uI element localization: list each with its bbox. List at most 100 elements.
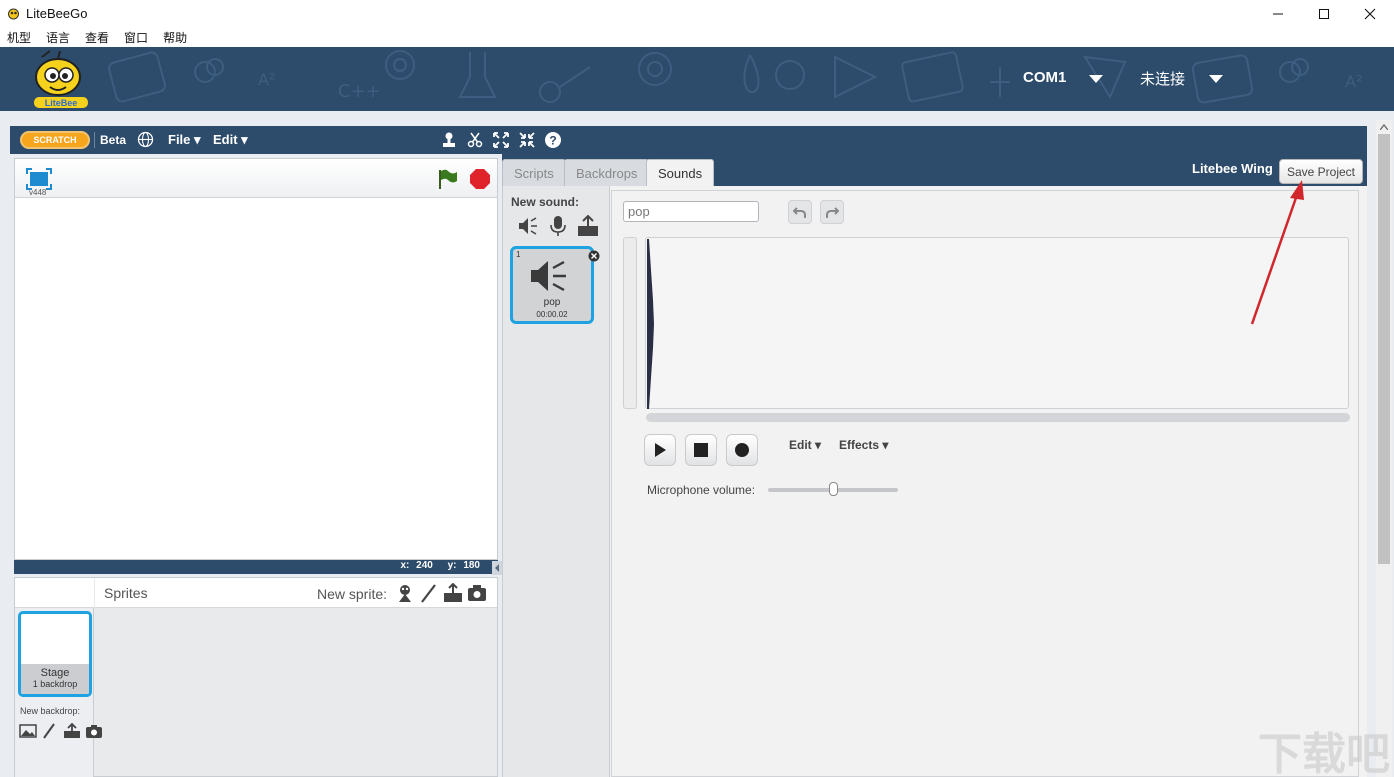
volume-scrollbar[interactable] (623, 237, 637, 409)
undo-icon (793, 207, 806, 218)
help-icon[interactable]: ? (544, 131, 562, 149)
connection-status-select[interactable]: 未连接 (1140, 68, 1185, 89)
upload-sprite-icon[interactable] (443, 583, 463, 603)
svg-text:A²: A² (1345, 72, 1362, 91)
sprites-pane: Stage 1 backdrop New backdrop: Sprites N… (14, 577, 498, 777)
sound-name-input[interactable] (623, 201, 759, 222)
play-button[interactable] (644, 434, 676, 466)
sound-library-icon[interactable] (517, 215, 539, 237)
stage-thumb-name: Stage (40, 667, 70, 679)
maximize-icon (1319, 9, 1329, 19)
stage-thumb-detail: 1 backdrop (32, 679, 78, 689)
litebee-bee-logo: LiteBee (34, 50, 88, 108)
backdrop-library-icon[interactable] (19, 723, 37, 739)
close-button[interactable] (1347, 0, 1393, 28)
microphone-volume-handle[interactable] (828, 482, 838, 496)
window-titlebar: LiteBeeGo (0, 0, 1394, 28)
new-sprite-tools (395, 583, 487, 603)
svg-text:C++: C++ (338, 81, 381, 102)
green-flag-icon[interactable] (436, 168, 458, 190)
cut-scissors-icon[interactable] (466, 131, 484, 149)
paint-sprite-icon[interactable] (419, 583, 439, 603)
sound-edit-menu[interactable]: Edit ▾ (789, 438, 821, 452)
toolbar-divider (94, 132, 95, 148)
waveform-scrollbar[interactable] (646, 413, 1350, 422)
sound-item[interactable]: 1 pop 00:00.02 (510, 246, 594, 324)
scratch-toolbar: SCRATCH Beta File ▾ Edit ▾ ? (10, 126, 1367, 154)
stage-thumbnail[interactable]: Stage 1 backdrop (18, 611, 92, 697)
globe-icon[interactable] (137, 131, 154, 148)
sprites-header: Sprites New sprite: (95, 578, 497, 608)
microphone-icon[interactable] (547, 215, 569, 237)
tab-sounds[interactable]: Sounds (646, 159, 715, 187)
com-port-select[interactable]: COM1 (1023, 69, 1066, 86)
coord-y-value: 180 (463, 560, 480, 571)
stop-icon[interactable] (469, 168, 491, 190)
maximize-button[interactable] (1301, 0, 1347, 28)
undo-button[interactable] (788, 200, 812, 224)
scrollbar-thumb[interactable] (1378, 134, 1390, 564)
grow-icon[interactable] (492, 131, 510, 149)
chevron-left-icon (495, 564, 499, 572)
new-sound-label: New sound: (511, 195, 579, 209)
sprite-library-icon[interactable] (395, 583, 415, 603)
menu-model[interactable]: 机型 (0, 28, 39, 47)
app-banner: A² C++ A² LiteBee COM1 未连接 (0, 47, 1394, 111)
menu-language[interactable]: 语言 (39, 28, 78, 47)
sound-item-duration: 00:00.02 (536, 310, 568, 319)
stage-area[interactable]: v448 (14, 158, 498, 560)
svg-text:LiteBee: LiteBee (45, 98, 78, 108)
connection-dropdown-icon[interactable] (1209, 75, 1223, 83)
annotation-arrow (1250, 180, 1304, 325)
new-sprite-label: New sprite: (317, 586, 388, 602)
edit-menu[interactable]: Edit ▾ (213, 132, 248, 148)
upload-sound-icon[interactable] (577, 215, 599, 237)
scratch-logo[interactable]: SCRATCH (20, 131, 90, 149)
collapse-stage-button[interactable] (492, 561, 502, 575)
shrink-icon[interactable] (518, 131, 536, 149)
upload-backdrop-icon[interactable] (63, 723, 81, 739)
sounds-pane: New sound: 1 pop 00:00.02 pop Edit ▾ Eff… (502, 186, 1367, 777)
stop-sound-button[interactable] (685, 434, 717, 466)
speaker-icon (531, 260, 566, 292)
watermark: 下载吧 (1258, 729, 1390, 777)
camera-backdrop-icon[interactable] (85, 723, 103, 739)
fullscreen-icon[interactable] (26, 168, 52, 190)
menu-view[interactable]: 查看 (78, 28, 117, 47)
close-icon (1364, 8, 1376, 20)
paint-backdrop-icon[interactable] (41, 723, 59, 739)
record-button[interactable] (726, 434, 758, 466)
stage-thumb-caption: Stage 1 backdrop (21, 664, 89, 694)
file-menu[interactable]: File ▾ (168, 132, 201, 148)
record-icon (735, 443, 749, 457)
project-name: Litebee Wing (1192, 161, 1273, 176)
menu-window[interactable]: 窗口 (117, 28, 156, 47)
redo-icon (826, 207, 839, 218)
stage-column-header (15, 578, 94, 608)
new-backdrop-label: New backdrop: (20, 706, 81, 716)
menu-help[interactable]: 帮助 (156, 28, 195, 47)
redo-button[interactable] (820, 200, 844, 224)
stage-version: v448 (29, 188, 47, 197)
duplicate-stamp-icon[interactable] (440, 131, 458, 149)
tab-backdrops[interactable]: Backdrops (564, 159, 650, 187)
chevron-up-icon (1380, 124, 1388, 130)
scroll-up-button[interactable] (1376, 120, 1392, 134)
mouse-coords: x: 240 y: 180 (396, 560, 480, 571)
tab-scripts[interactable]: Scripts (502, 159, 566, 187)
sound-item-name: pop (543, 297, 561, 308)
camera-sprite-icon[interactable] (467, 583, 487, 603)
minimize-button[interactable] (1255, 0, 1301, 28)
sprites-title: Sprites (104, 585, 148, 601)
delete-sound-icon[interactable] (588, 250, 600, 262)
sound-effects-menu[interactable]: Effects ▾ (839, 438, 888, 452)
sound-item-index: 1 (516, 250, 521, 259)
play-icon (655, 443, 666, 457)
coord-x-label: x: (400, 560, 410, 571)
stage-column: Stage 1 backdrop New backdrop: (15, 578, 102, 777)
coord-x-value: 240 (416, 560, 433, 571)
coord-y-label: y: (447, 560, 457, 571)
new-backdrop-tools (19, 723, 103, 739)
com-port-dropdown-icon[interactable] (1089, 75, 1103, 83)
menubar: 机型 语言 查看 窗口 帮助 (0, 28, 1394, 47)
